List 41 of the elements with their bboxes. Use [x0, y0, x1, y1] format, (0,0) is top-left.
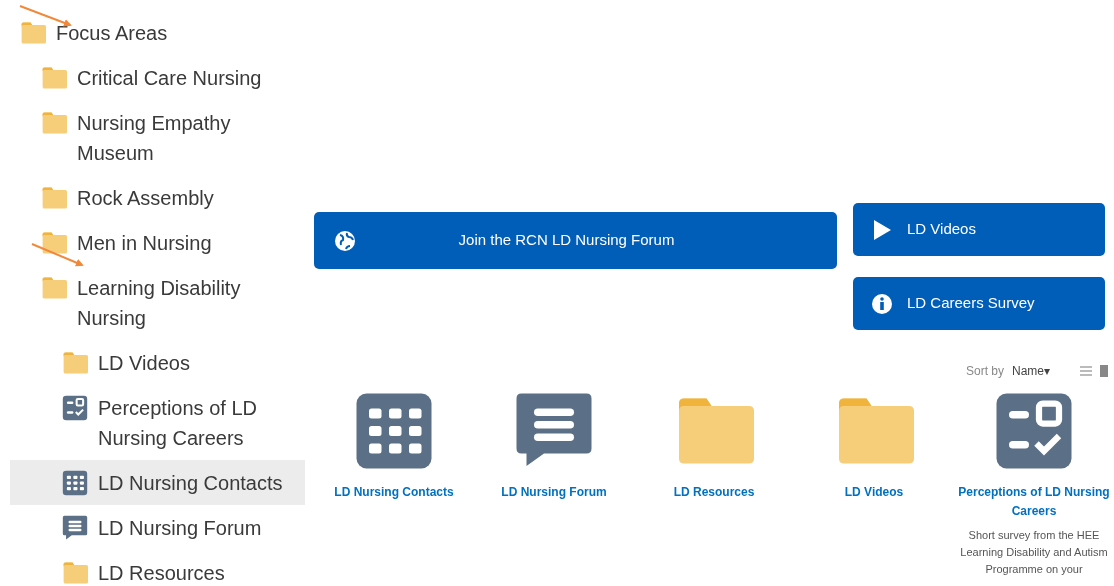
- folder-icon: [41, 109, 67, 136]
- tile-link[interactable]: LD Resources: [634, 483, 794, 502]
- folder-icon: [41, 184, 67, 211]
- speech-bubble-icon: [62, 514, 88, 541]
- tile-link[interactable]: LD Nursing Forum: [474, 483, 634, 502]
- play-icon: [871, 218, 893, 241]
- tree-item[interactable]: Rock Assembly: [10, 175, 305, 220]
- tree-item[interactable]: Learning Disability Nursing: [10, 265, 305, 340]
- folder-icon: [41, 274, 67, 301]
- tree-item[interactable]: Focus Areas: [10, 10, 305, 55]
- grid-icon: [62, 469, 88, 496]
- tree-item[interactable]: LD Nursing Contacts: [10, 460, 305, 505]
- checklist-icon[interactable]: [994, 391, 1074, 471]
- tile-link[interactable]: LD Videos: [794, 483, 954, 502]
- link-button[interactable]: LD Videos: [853, 203, 1105, 256]
- sort-label: Sort by: [965, 363, 1004, 380]
- checklist-icon: [62, 394, 88, 421]
- join-forum-button[interactable]: Join the RCN LD Nursing Forum: [314, 212, 837, 269]
- list-view-icon[interactable]: [1080, 365, 1092, 377]
- folder-icon: [62, 349, 88, 376]
- folder-icon: [62, 559, 88, 586]
- tree-item[interactable]: LD Resources: [10, 550, 305, 586]
- link-button[interactable]: LD Careers Survey: [853, 277, 1105, 330]
- tile-link[interactable]: LD Nursing Contacts: [314, 483, 474, 502]
- tree-item[interactable]: LD Nursing Forum: [10, 505, 305, 550]
- folder-icon: [41, 64, 67, 91]
- grid-icon[interactable]: [354, 391, 434, 471]
- tile-link[interactable]: Perceptions of LD Nursing Careers: [954, 483, 1114, 521]
- grid-view-icon[interactable]: [1100, 365, 1108, 377]
- info-icon: [871, 292, 893, 315]
- sort-dropdown[interactable]: Name▾: [1012, 362, 1050, 380]
- tree-item[interactable]: Men in Nursing: [10, 220, 305, 265]
- tree-item[interactable]: LD Videos: [10, 340, 305, 385]
- tree-item[interactable]: Perceptions of LD Nursing Careers: [10, 385, 305, 460]
- tree-item[interactable]: Nursing Empathy Museum: [10, 100, 305, 175]
- tile-description: Short survey from the HEE Learning Disability and Autism Programme on your: [959, 528, 1109, 577]
- globe-icon: [334, 229, 356, 252]
- tree-item[interactable]: Critical Care Nursing: [10, 55, 305, 100]
- folder-icon: [41, 229, 67, 256]
- annotation-arrow: [19, 5, 72, 27]
- folder-icon: [20, 19, 46, 46]
